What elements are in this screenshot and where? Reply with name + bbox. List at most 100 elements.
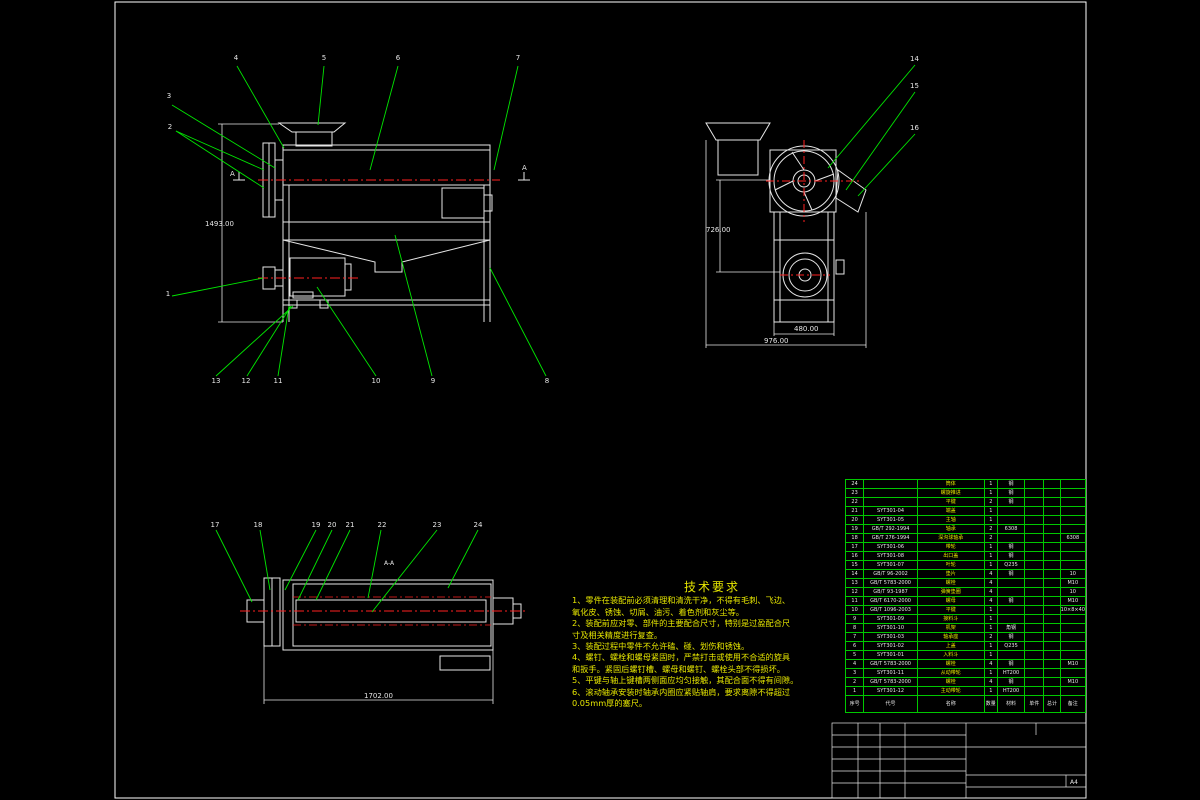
tech-line-2: 氧化皮、锈蚀、切屑、油污、着色剂和灰尘等。 xyxy=(572,606,744,617)
callout-6: 6 xyxy=(396,54,401,62)
bom-cell-rem xyxy=(1059,497,1087,507)
bom-row: 21 SYT301-04 端盖 1 xyxy=(844,506,1087,516)
bom-cell-name: 接料斗 xyxy=(916,614,985,624)
bom-cell-w1 xyxy=(1024,659,1045,669)
bom-cell-no: 17 xyxy=(844,542,865,552)
bom-cell-qty: 1 xyxy=(983,560,998,570)
bom-cell-name: 平键 xyxy=(916,605,985,615)
bom-row: 5 SYT301-01 入料斗 1 xyxy=(844,650,1087,660)
bom-cell-mat xyxy=(996,533,1026,543)
bom-cell-code: GB/T 276-1994 xyxy=(863,533,918,543)
bom-row: 17 SYT301-06 带轮 1 钢 xyxy=(844,542,1087,552)
bom-cell-w2 xyxy=(1043,686,1061,696)
bom-cell-code: SYT301-08 xyxy=(863,551,918,561)
bom-header-mat: 材料 xyxy=(996,695,1026,713)
bom-cell-w1 xyxy=(1024,488,1045,498)
bom-cell-rem xyxy=(1059,551,1087,561)
bom-cell-rem xyxy=(1059,524,1087,534)
bom-cell-qty: 2 xyxy=(983,524,998,534)
bom-cell-w1 xyxy=(1024,677,1045,687)
bom-cell-code: SYT301-03 xyxy=(863,632,918,642)
bom-cell-name: 从动带轮 xyxy=(916,668,985,678)
bom-row: 23 螺旋推进 1 钢 xyxy=(844,488,1087,498)
callout-3: 3 xyxy=(167,92,171,100)
bom-cell-w2 xyxy=(1043,524,1061,534)
bom-cell-w2 xyxy=(1043,479,1061,489)
bom-cell-name: 筒体 xyxy=(916,479,985,489)
bom-cell-no: 4 xyxy=(844,659,865,669)
bom-cell-no: 3 xyxy=(844,668,865,678)
bom-cell-qty: 1 xyxy=(983,605,998,615)
bom-cell-no: 15 xyxy=(844,560,865,570)
bom-cell-mat: Q235 xyxy=(996,560,1026,570)
bom-cell-w2 xyxy=(1043,533,1061,543)
bom-row: 13 GB/T 5783-2000 螺栓 4 M10 xyxy=(844,578,1087,588)
bom-cell-code xyxy=(863,479,918,489)
bom-cell-w1 xyxy=(1024,560,1045,570)
bom-cell-qty: 1 xyxy=(983,623,998,633)
bom-cell-code: SYT301-06 xyxy=(863,542,918,552)
bom-header-row: 序号 代号 名称 数量 材料 单件 总计 备注 xyxy=(844,695,1087,713)
callout-21: 21 xyxy=(346,521,355,529)
bom-cell-qty: 4 xyxy=(983,659,998,669)
bom-cell-no: 13 xyxy=(844,578,865,588)
bom-cell-rem: 10×8×40 xyxy=(1059,605,1087,615)
bom-cell-rem xyxy=(1059,632,1087,642)
bom-cell-mat: 钢 xyxy=(996,497,1026,507)
bom-cell-code xyxy=(863,488,918,498)
bom-cell-name: 机架 xyxy=(916,623,985,633)
bom-cell-qty: 4 xyxy=(983,677,998,687)
bom-row: 19 GB/T 292-1994 轴承 2 6308 xyxy=(844,524,1087,534)
bom-header-w2: 总计 xyxy=(1043,695,1061,713)
bom-cell-w1 xyxy=(1024,578,1045,588)
tech-line-6: 4、螺钉、螺栓和螺母紧固时，严禁打击或使用不合适的旋具 xyxy=(572,652,791,663)
bom-cell-code: GB/T 5783-2000 xyxy=(863,677,918,687)
bom-row: 7 SYT301-03 轴承座 2 钢 xyxy=(844,632,1087,642)
bom-row: 20 SYT301-05 主轴 1 xyxy=(844,515,1087,525)
bom-cell-w2 xyxy=(1043,587,1061,597)
tech-line-7: 和扳手。紧固后螺钉槽、螺母和螺钉、螺栓头部不得损坏。 xyxy=(572,663,785,674)
bom-cell-rem xyxy=(1059,488,1087,498)
tech-line-5: 3、装配过程中零件不允许磕、碰、划伤和锈蚀。 xyxy=(572,641,750,652)
bom-row: 2 GB/T 5783-2000 螺栓 4 钢 M10 xyxy=(844,677,1087,687)
bom-cell-no: 5 xyxy=(844,650,865,660)
bom-cell-rem: 6308 xyxy=(1059,533,1087,543)
bom-row: 3 SYT301-11 从动带轮 1 HT200 xyxy=(844,668,1087,678)
bom-cell-name: 主轴 xyxy=(916,515,985,525)
bom-cell-w2 xyxy=(1043,650,1061,660)
bom-cell-w2 xyxy=(1043,623,1061,633)
bom-row: 22 平键 2 钢 xyxy=(844,497,1087,507)
bom-cell-qty: 1 xyxy=(983,488,998,498)
bom-cell-name: 螺栓 xyxy=(916,677,985,687)
bom-cell-name: 螺母 xyxy=(916,596,985,606)
bom-cell-no: 12 xyxy=(844,587,865,597)
bom-row: 18 GB/T 276-1994 深沟球轴承 2 6308 xyxy=(844,533,1087,543)
callout-15: 15 xyxy=(910,82,919,90)
bom-cell-name: 垫片 xyxy=(916,569,985,579)
bom-cell-no: 21 xyxy=(844,506,865,516)
bom-cell-w2 xyxy=(1043,488,1061,498)
bom-cell-rem xyxy=(1059,650,1087,660)
bom-cell-name: 螺栓 xyxy=(916,578,985,588)
callout-14: 14 xyxy=(910,55,919,63)
bom-cell-mat: HT200 xyxy=(996,686,1026,696)
bom-cell-w1 xyxy=(1024,596,1045,606)
bom-cell-mat xyxy=(996,605,1026,615)
bom-cell-mat: 钢 xyxy=(996,677,1026,687)
bom-cell-rem: M10 xyxy=(1059,659,1087,669)
bom-row: 10 GB/T 1096-2003 平键 1 10×8×40 xyxy=(844,605,1087,615)
bom-row: 12 GB/T 93-1987 弹簧垫圈 4 10 xyxy=(844,587,1087,597)
bom-header-w1: 单件 xyxy=(1024,695,1045,713)
bom-cell-w2 xyxy=(1043,677,1061,687)
bom-cell-name: 轴承 xyxy=(916,524,985,534)
bom-cell-name: 主动带轮 xyxy=(916,686,985,696)
bom-cell-rem xyxy=(1059,641,1087,651)
bom-cell-no: 2 xyxy=(844,677,865,687)
bom-cell-qty: 1 xyxy=(983,515,998,525)
callout-13: 13 xyxy=(212,377,221,385)
bom-cell-no: 19 xyxy=(844,524,865,534)
bom-cell-code: SYT301-11 xyxy=(863,668,918,678)
bom-cell-w2 xyxy=(1043,551,1061,561)
bom-cell-mat: 钢 xyxy=(996,659,1026,669)
bom-cell-w2 xyxy=(1043,560,1061,570)
